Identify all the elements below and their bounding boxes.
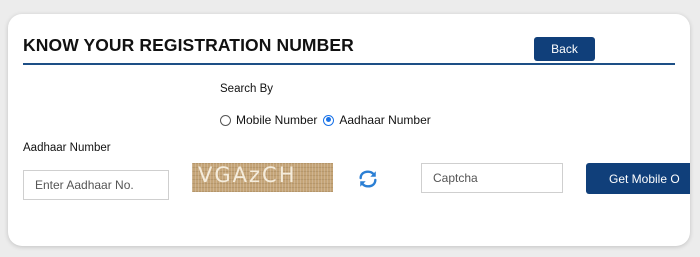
radio-mobile-number[interactable]: Mobile Number	[220, 113, 317, 127]
radio-aadhaar-label: Aadhaar Number	[339, 113, 431, 127]
aadhaar-number-input[interactable]	[23, 170, 169, 200]
captcha-text: VGAzCH	[198, 163, 297, 187]
radio-mobile-label: Mobile Number	[236, 113, 318, 127]
radio-icon[interactable]	[323, 114, 335, 126]
title-divider	[23, 63, 675, 65]
back-button[interactable]: Back	[534, 37, 595, 61]
page-title: KNOW YOUR REGISTRATION NUMBER	[23, 35, 354, 55]
search-by-label: Search By	[220, 83, 274, 95]
search-by-options: Mobile Number Aadhaar Number	[220, 111, 431, 129]
aadhaar-number-label: Aadhaar Number	[23, 142, 111, 154]
registration-card: KNOW YOUR REGISTRATION NUMBER Back Searc…	[8, 14, 690, 246]
radio-icon[interactable]	[220, 114, 231, 126]
captcha-input[interactable]	[421, 163, 563, 193]
captcha-image: VGAzCH	[192, 163, 333, 192]
radio-aadhaar-number[interactable]: Aadhaar Number	[323, 113, 431, 127]
get-mobile-otp-button[interactable]: Get Mobile O	[586, 163, 690, 194]
refresh-icon[interactable]	[357, 168, 379, 190]
